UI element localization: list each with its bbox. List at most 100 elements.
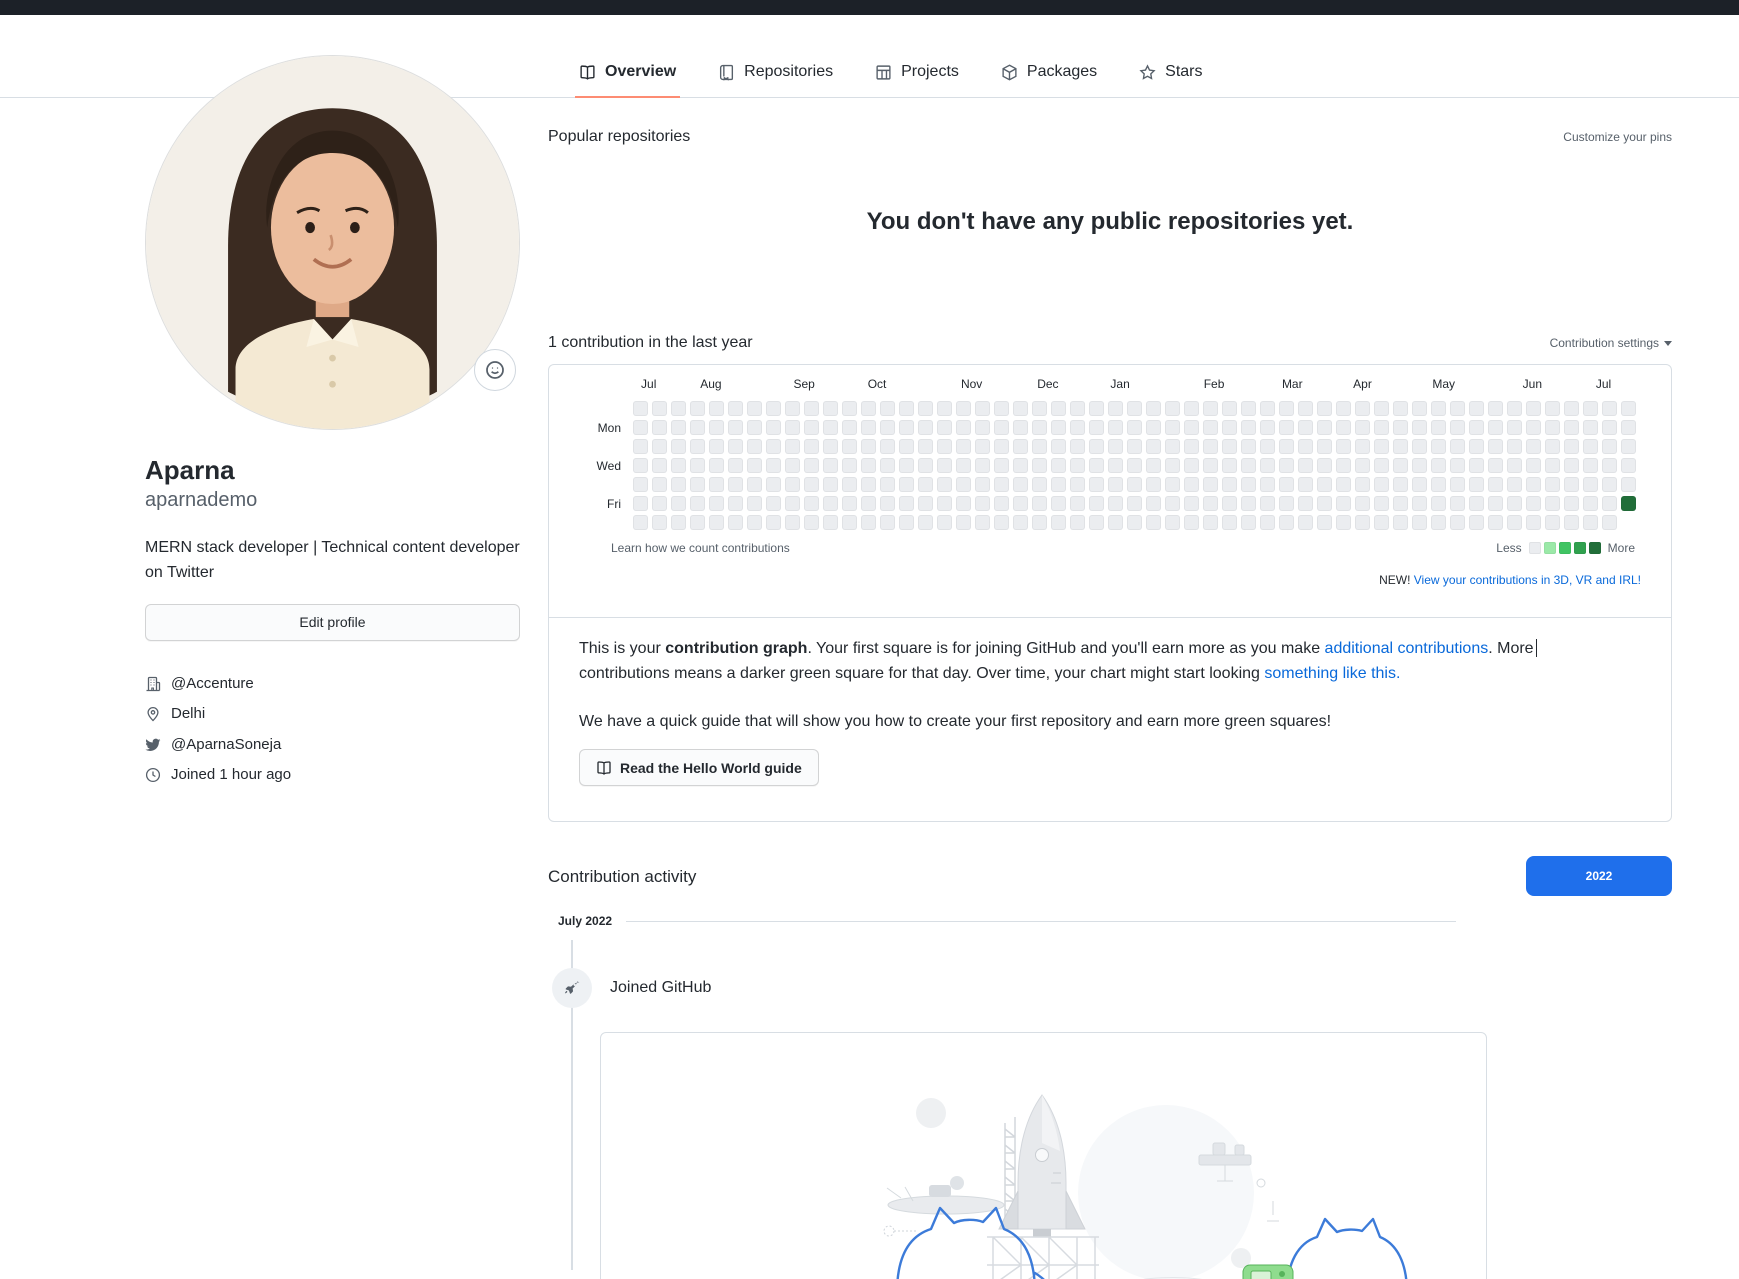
contribution-cell[interactable] (1621, 401, 1636, 416)
contribution-cell[interactable] (1070, 515, 1085, 530)
contribution-cell[interactable] (1127, 496, 1142, 511)
contribution-cell[interactable] (1621, 439, 1636, 454)
contribution-cell[interactable] (1260, 458, 1275, 473)
contribution-cell[interactable] (861, 420, 876, 435)
contribution-cell[interactable] (823, 401, 838, 416)
contribution-cell[interactable] (1051, 420, 1066, 435)
contribution-cell[interactable] (880, 496, 895, 511)
contribution-cell[interactable] (1222, 439, 1237, 454)
contribution-cell[interactable] (1374, 420, 1389, 435)
contribution-cell[interactable] (1222, 496, 1237, 511)
contribution-cell[interactable] (652, 515, 667, 530)
contribution-cell[interactable] (1241, 515, 1256, 530)
contribution-cell[interactable] (1241, 458, 1256, 473)
contribution-cell[interactable] (1488, 439, 1503, 454)
contribution-cell[interactable] (1412, 458, 1427, 473)
contribution-cell[interactable] (994, 515, 1009, 530)
contribution-cell[interactable] (861, 401, 876, 416)
contribution-cell[interactable] (1602, 420, 1617, 435)
contribution-cell[interactable] (1393, 477, 1408, 492)
contribution-cell[interactable] (899, 458, 914, 473)
contribution-cell[interactable] (1013, 458, 1028, 473)
contribution-cell[interactable] (1355, 401, 1370, 416)
contribution-cell[interactable] (747, 458, 762, 473)
contribution-cell[interactable] (1526, 515, 1541, 530)
contribution-cell[interactable] (1583, 401, 1598, 416)
contribution-cell[interactable] (1184, 420, 1199, 435)
contribution-cell[interactable] (1412, 420, 1427, 435)
contribution-cell[interactable] (728, 477, 743, 492)
contribution-cell[interactable] (880, 515, 895, 530)
contribution-cell[interactable] (956, 458, 971, 473)
contribution-cell[interactable] (937, 439, 952, 454)
contribution-cell[interactable] (1146, 439, 1161, 454)
contribution-cell[interactable] (1108, 496, 1123, 511)
contribution-cell[interactable] (1241, 420, 1256, 435)
contribution-cell[interactable] (1336, 515, 1351, 530)
contribution-cell[interactable] (1469, 401, 1484, 416)
contribution-cell[interactable] (1526, 496, 1541, 511)
contribution-cell[interactable] (1583, 439, 1598, 454)
contribution-cell[interactable] (1469, 477, 1484, 492)
contribution-cell[interactable] (1317, 401, 1332, 416)
contribution-cell[interactable] (937, 401, 952, 416)
contribution-cell[interactable] (709, 401, 724, 416)
contribution-cell[interactable] (1184, 401, 1199, 416)
contribution-cell[interactable] (785, 477, 800, 492)
contribution-cell[interactable] (747, 496, 762, 511)
contribution-cell[interactable] (1564, 439, 1579, 454)
contribution-cell[interactable] (1184, 496, 1199, 511)
contribution-cell[interactable] (1469, 420, 1484, 435)
contribution-cell[interactable] (1203, 401, 1218, 416)
contribution-cell[interactable] (652, 496, 667, 511)
contribution-cell[interactable] (728, 401, 743, 416)
contribution-cell[interactable] (1393, 420, 1408, 435)
contribution-cell[interactable] (1393, 458, 1408, 473)
contribution-cell[interactable] (1526, 458, 1541, 473)
contribution-cell[interactable] (1051, 458, 1066, 473)
contribution-cell[interactable] (633, 458, 648, 473)
contribution-cell[interactable] (1051, 477, 1066, 492)
contribution-cell[interactable] (975, 401, 990, 416)
contribution-cell[interactable] (1032, 515, 1047, 530)
contribution-cell[interactable] (1070, 496, 1085, 511)
contribution-cell[interactable] (1070, 401, 1085, 416)
contribution-cell[interactable] (823, 477, 838, 492)
contribution-cell[interactable] (1013, 439, 1028, 454)
contribution-cell[interactable] (1507, 439, 1522, 454)
contribution-cell[interactable] (1355, 458, 1370, 473)
contribution-cell[interactable] (633, 401, 648, 416)
contribution-cell[interactable] (1374, 458, 1389, 473)
contribution-cell[interactable] (1279, 515, 1294, 530)
additional-contributions-link[interactable]: additional contributions (1325, 640, 1489, 657)
contribution-cell[interactable] (1108, 458, 1123, 473)
contribution-cell[interactable] (1545, 420, 1560, 435)
contribution-cell[interactable] (1355, 515, 1370, 530)
contribution-cell[interactable] (1279, 439, 1294, 454)
contribution-cell[interactable] (918, 477, 933, 492)
contribution-cell[interactable] (709, 515, 724, 530)
contribution-cell[interactable] (766, 458, 781, 473)
contribution-cell[interactable] (842, 477, 857, 492)
contribution-cell[interactable] (1203, 477, 1218, 492)
contribution-cell[interactable] (1146, 496, 1161, 511)
contribution-cell[interactable] (1260, 496, 1275, 511)
contribution-cell[interactable] (747, 420, 762, 435)
contribution-cell[interactable] (652, 458, 667, 473)
contribution-cell[interactable] (1032, 439, 1047, 454)
contribution-cell[interactable] (690, 458, 705, 473)
contribution-cell[interactable] (1507, 496, 1522, 511)
contribution-cell[interactable] (956, 439, 971, 454)
contribution-cell[interactable] (1507, 477, 1522, 492)
contribution-cell[interactable] (785, 439, 800, 454)
contribution-cell[interactable] (1089, 496, 1104, 511)
contribution-cell[interactable] (861, 515, 876, 530)
contribution-cell[interactable] (1317, 420, 1332, 435)
contribution-cell[interactable] (918, 401, 933, 416)
contribution-cell[interactable] (956, 496, 971, 511)
contribution-cell[interactable] (1564, 477, 1579, 492)
contribution-cell[interactable] (633, 515, 648, 530)
contribution-cell[interactable] (709, 420, 724, 435)
contribution-cell[interactable] (1279, 458, 1294, 473)
contribution-cell[interactable] (1336, 420, 1351, 435)
